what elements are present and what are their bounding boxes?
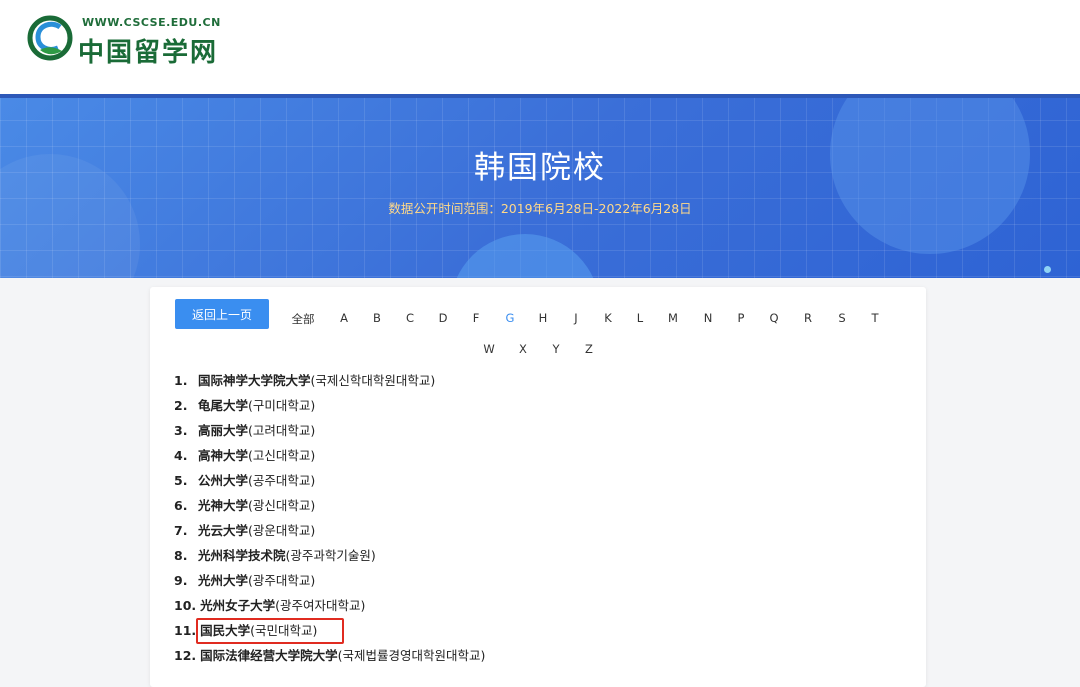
list-item[interactable]: 1. 国际神学大学院大学(국제신학대학원대학교) xyxy=(174,371,485,396)
university-list: 1. 国际神学大学院大学(국제신학대학원대학교) 2. 龟尾大学(구미대학교) … xyxy=(174,371,485,671)
filter-letter-r[interactable]: R xyxy=(793,311,823,325)
list-item[interactable]: 5. 公州大学(공주대학교) xyxy=(174,471,485,496)
filter-letter-n[interactable]: N xyxy=(693,311,723,325)
item-number: 1. xyxy=(174,373,188,388)
university-name-cn: 高神大学 xyxy=(197,448,248,463)
item-number: 3. xyxy=(174,423,188,438)
filter-letter-h[interactable]: H xyxy=(528,311,558,325)
university-name-ko: (광신대학교) xyxy=(248,498,316,513)
school-list-card: 返回上一页 全部 A B C D F G H J K L M N P Q R S… xyxy=(150,287,926,687)
list-item[interactable]: 3. 高丽大学(고려대학교) xyxy=(174,421,485,446)
item-number: 12. xyxy=(174,648,197,663)
filter-all[interactable]: 全部 xyxy=(288,311,318,327)
university-name-cn: 龟尾大学 xyxy=(197,398,248,413)
university-name-ko: (광주과학기술원) xyxy=(285,548,376,563)
item-number: 9. xyxy=(174,573,188,588)
filter-letter-m[interactable]: M xyxy=(658,311,688,325)
banner-dot-decoration xyxy=(1044,266,1051,273)
banner-top-border xyxy=(0,94,1080,98)
filter-letter-t[interactable]: T xyxy=(860,311,890,325)
item-number: 8. xyxy=(174,548,188,563)
cscse-logo-icon xyxy=(27,15,73,61)
university-name-cn: 光云大学 xyxy=(197,523,248,538)
item-number: 11. xyxy=(174,623,197,638)
filter-letter-a[interactable]: A xyxy=(329,311,359,325)
list-item[interactable]: 9. 光州大学(광주대학교) xyxy=(174,571,485,596)
university-name-cn: 光神大学 xyxy=(197,498,248,513)
logo-name: 中国留学网 xyxy=(78,38,219,68)
filter-letter-w[interactable]: W xyxy=(474,342,504,356)
university-name-cn: 国际神学大学院大学 xyxy=(197,373,311,388)
university-name-ko: (공주대학교) xyxy=(248,473,316,488)
item-number: 10. xyxy=(174,598,197,613)
list-item-highlighted[interactable]: 11. 国民大学(국민대학교) xyxy=(174,618,485,646)
filter-letter-x[interactable]: X xyxy=(508,342,538,356)
list-item[interactable]: 6. 光神大学(광신대학교) xyxy=(174,496,485,521)
filter-letter-l[interactable]: L xyxy=(625,311,655,325)
site-header: WWW.CSCSE.EDU.CN 中国留学网 xyxy=(0,0,1080,94)
university-name-cn: 高丽大学 xyxy=(197,423,248,438)
list-item[interactable]: 4. 高神大学(고신대학교) xyxy=(174,446,485,471)
list-item[interactable]: 12. 国际法律经营大学院大学(국제법률경영대학원대학교) xyxy=(174,646,485,671)
list-item[interactable]: 7. 光云大学(광운대학교) xyxy=(174,521,485,546)
highlight-box xyxy=(196,618,344,644)
filter-letter-d[interactable]: D xyxy=(428,311,458,325)
page-title: 韩国院校 xyxy=(474,150,606,186)
list-item[interactable]: 8. 光州科学技术院(광주과학기술원) xyxy=(174,546,485,571)
filter-letter-f[interactable]: F xyxy=(461,311,491,325)
logo-url-text: WWW.CSCSE.EDU.CN xyxy=(82,16,221,29)
university-name-ko: (광주대학교) xyxy=(248,573,316,588)
university-name-ko: (국제신학대학원대학교) xyxy=(310,373,436,388)
filter-letter-y[interactable]: Y xyxy=(541,342,571,356)
university-name-cn: 公州大学 xyxy=(197,473,248,488)
filter-letter-j[interactable]: J xyxy=(561,311,591,325)
university-name-ko: (구미대학교) xyxy=(248,398,316,413)
university-name-ko: (국제법률경영대학원대학교) xyxy=(337,648,486,663)
data-date-range: 数据公开时间范围：2019年6月28日-2022年6月28日 xyxy=(388,201,692,216)
site-logo[interactable]: WWW.CSCSE.EDU.CN 中国留学网 xyxy=(26,14,226,68)
back-button[interactable]: 返回上一页 xyxy=(175,299,269,329)
university-name-ko: (광주여자대학교) xyxy=(275,598,366,613)
filter-letter-g[interactable]: G xyxy=(495,311,525,325)
filter-letter-s[interactable]: S xyxy=(827,311,857,325)
item-number: 5. xyxy=(174,473,188,488)
item-number: 7. xyxy=(174,523,188,538)
item-number: 4. xyxy=(174,448,188,463)
university-name-cn: 光州科学技术院 xyxy=(197,548,286,563)
university-name-ko: (광운대학교) xyxy=(248,523,316,538)
filter-letter-z[interactable]: Z xyxy=(574,342,604,356)
filter-letter-b[interactable]: B xyxy=(362,311,392,325)
university-name-ko: (고신대학교) xyxy=(248,448,316,463)
filter-letter-p[interactable]: P xyxy=(726,311,756,325)
filter-letter-c[interactable]: C xyxy=(395,311,425,325)
university-name-cn: 光州大学 xyxy=(197,573,248,588)
university-name-ko: (고려대학교) xyxy=(248,423,316,438)
university-name-cn: 光州女子大学 xyxy=(200,598,276,613)
list-item[interactable]: 2. 龟尾大学(구미대학교) xyxy=(174,396,485,421)
filter-letter-k[interactable]: K xyxy=(593,311,623,325)
page-banner: 韩国院校 数据公开时间范围：2019年6月28日-2022年6月28日 xyxy=(0,94,1080,278)
filter-letter-q[interactable]: Q xyxy=(759,311,789,325)
item-number: 6. xyxy=(174,498,188,513)
item-number: 2. xyxy=(174,398,188,413)
university-name-cn: 国际法律经营大学院大学 xyxy=(200,648,338,663)
